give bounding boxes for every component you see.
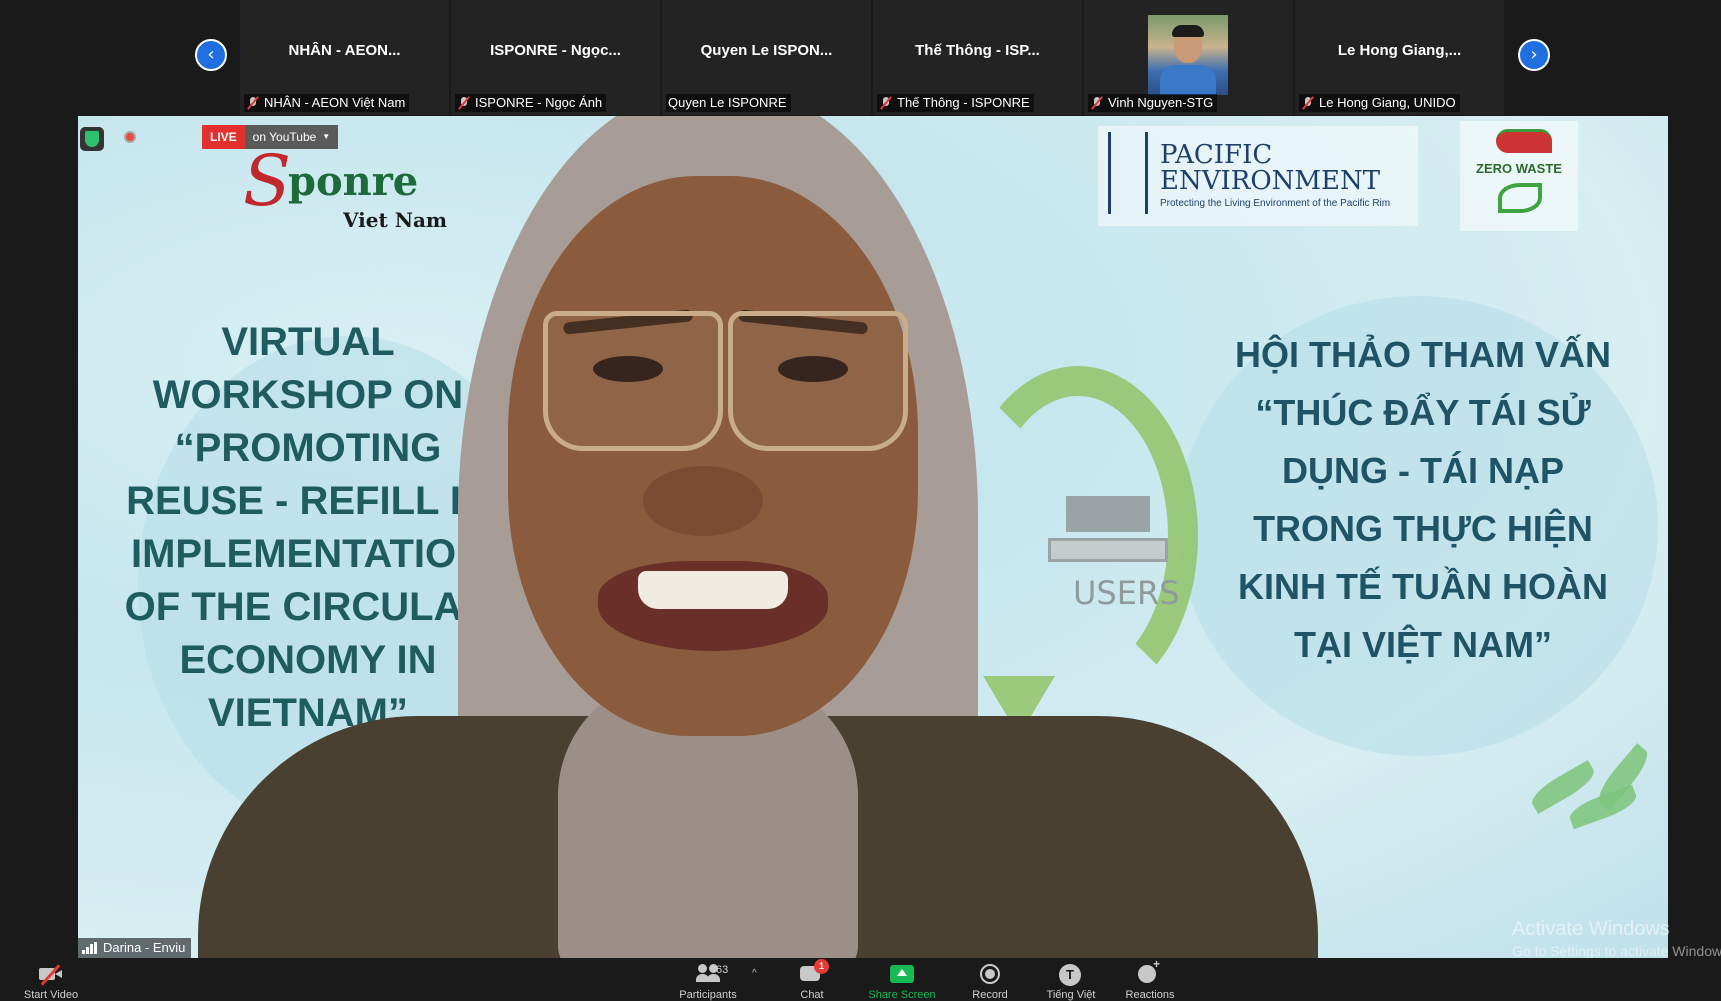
video-off-icon (39, 964, 63, 986)
record-button[interactable]: Record (950, 964, 1030, 1001)
activate-windows-watermark: Activate Windows Go to Settings to activ… (1512, 918, 1721, 959)
participant-name-label: NHÂN - AEON Việt Nam (244, 94, 410, 112)
record-icon (978, 964, 1002, 984)
mic-muted-icon (1301, 96, 1315, 110)
zoom-meeting-window: ‹ NHÂN - AEON... NHÂN - AEON Việt Nam IS… (0, 0, 1721, 1001)
language-icon-glyph: T (1059, 964, 1081, 986)
chat-icon: 1 (800, 959, 829, 984)
participant-display-name: ISPONRE - Ngọc... (490, 42, 621, 59)
live-target-text: on YouTube (252, 130, 317, 144)
participant-name-label: Thế Thông - ISPONRE (877, 94, 1034, 112)
security-shield-icon[interactable] (80, 127, 104, 151)
share-screen-button[interactable]: Share Screen (862, 964, 942, 1001)
record-label: Record (972, 989, 1008, 1001)
share-screen-icon (890, 964, 914, 984)
share-screen-label: Share Screen (868, 989, 936, 1001)
pacific-logo-tagline: Protecting the Living Environment of the… (1160, 198, 1391, 209)
participant-display-name: NHÂN - AEON... (288, 42, 401, 59)
participant-display-name: Thế Thông - ISP... (915, 42, 1040, 59)
glasses-left-lens (543, 311, 723, 451)
participant-name-label: ISPONRE - Ngọc Ánh (455, 94, 607, 112)
glasses-right-lens (728, 311, 908, 451)
users-icon (1048, 496, 1168, 566)
participants-count: 63 (716, 964, 729, 976)
participant-name-label: Vinh Nguyen-STG (1088, 94, 1218, 112)
pacific-environment-logo: PACIFIC ENVIRONMENT Protecting the Livin… (1098, 126, 1418, 226)
watermark-line1: Activate Windows (1512, 918, 1670, 940)
language-label: Tiếng Việt (1046, 989, 1096, 1001)
chat-label: Chat (800, 989, 824, 1001)
chat-unread-badge: 1 (814, 959, 829, 974)
isponre-logo: S ponre Viet Nam (243, 140, 448, 232)
participant-tile[interactable]: Quyen Le ISPON... Quyen Le ISPONRE (662, 0, 871, 115)
participant-tile[interactable]: Le Hong Giang,... Le Hong Giang, UNIDO (1295, 0, 1504, 115)
reactions-smiley-icon (1138, 957, 1162, 984)
slide-title-vietnamese: HỘI THẢO THAM VẤN “THÚC ĐẨY TÁI SỬ DỤNG … (1235, 334, 1611, 665)
participant-name-label: Le Hong Giang, UNIDO (1299, 94, 1460, 112)
participant-display-name: Quyen Le ISPON... (700, 42, 833, 59)
participant-tile[interactable]: NHÂN - AEON... NHÂN - AEON Việt Nam (240, 0, 449, 115)
chevron-right-icon: › (1530, 44, 1538, 65)
mic-muted-icon (1090, 96, 1104, 110)
chat-button[interactable]: 1 Chat (772, 959, 852, 1001)
live-target: on YouTube ▼ (244, 125, 339, 149)
speaker-name-tag: Darina - Enviu (78, 938, 192, 958)
participants-options-caret-icon[interactable]: ^ (752, 968, 757, 979)
isponre-logo-subtext: Viet Nam (343, 208, 448, 232)
reactions-button[interactable]: Reactions (1110, 957, 1190, 1001)
language-icon: T (1059, 964, 1083, 986)
recording-indicator-icon (124, 131, 136, 143)
participants-button[interactable]: 63 Participants (668, 964, 748, 1001)
speaker-name-text: Darina - Enviu (103, 940, 186, 955)
live-badge: LIVE (202, 125, 245, 149)
start-video-button[interactable]: Start Video (11, 964, 91, 1001)
active-speaker-video[interactable]: S ponre Viet Nam PACIFIC ENVIRONMENT Pro… (78, 116, 1668, 958)
isponre-logo-text: ponre (288, 158, 419, 205)
participant-label-text: NHÂN - AEON Việt Nam (264, 95, 406, 110)
participant-tile[interactable]: Thế Thông - ISP... Thế Thông - ISPONRE (873, 0, 1082, 115)
mic-muted-icon (879, 96, 893, 110)
pacific-logo-line2: ENVIRONMENT (1160, 166, 1381, 196)
participants-label: Participants (679, 989, 737, 1001)
participant-gallery-strip: ‹ NHÂN - AEON... NHÂN - AEON Việt Nam IS… (0, 0, 1721, 116)
gallery-prev-button[interactable]: ‹ (195, 39, 227, 71)
participant-video-avatar (1148, 15, 1228, 95)
language-interpretation-button[interactable]: T Tiếng Việt (1031, 964, 1111, 1001)
participant-tile[interactable]: ISPONRE - Ngọc... ISPONRE - Ngọc Ánh (451, 0, 660, 115)
participant-name-label: Quyen Le ISPONRE (666, 94, 791, 112)
watermark-line2: Go to Settings to activate Windows. (1512, 943, 1721, 959)
participant-tile-video[interactable]: Vinh Nguyen-STG (1084, 0, 1293, 115)
caret-down-icon: ▼ (322, 132, 331, 141)
leaf-decoration (1518, 743, 1668, 856)
reactions-label: Reactions (1125, 989, 1175, 1001)
gallery-next-button[interactable]: › (1518, 39, 1550, 71)
users-label: USERS (1073, 574, 1180, 612)
participant-label-text: Quyen Le ISPONRE (668, 95, 787, 110)
speaker-face (508, 176, 918, 736)
chevron-left-icon: ‹ (207, 44, 215, 65)
signal-bars-icon (82, 942, 98, 954)
participant-display-name: Le Hong Giang,... (1337, 42, 1462, 59)
live-streaming-indicator[interactable]: LIVE on YouTube ▼ (202, 125, 339, 149)
participant-label-text: ISPONRE - Ngọc Ánh (475, 95, 603, 110)
participant-label-text: Vinh Nguyen-STG (1108, 95, 1214, 110)
meeting-toolbar: Start Video 63 Participants ^ 1 Chat Sha… (0, 957, 1721, 1001)
slide-title-english: VIRTUAL WORKSHOP ON “PROMOTING REUSE - R… (124, 320, 492, 735)
mic-muted-icon (457, 96, 471, 110)
participant-label-text: Le Hong Giang, UNIDO (1319, 95, 1456, 110)
mic-muted-icon (246, 96, 260, 110)
zero-waste-logo: ZERO WASTE (1460, 121, 1578, 231)
participant-label-text: Thế Thông - ISPONRE (897, 95, 1030, 110)
start-video-label: Start Video (23, 989, 79, 1001)
zero-waste-logo-text: ZERO WASTE (1476, 161, 1562, 176)
